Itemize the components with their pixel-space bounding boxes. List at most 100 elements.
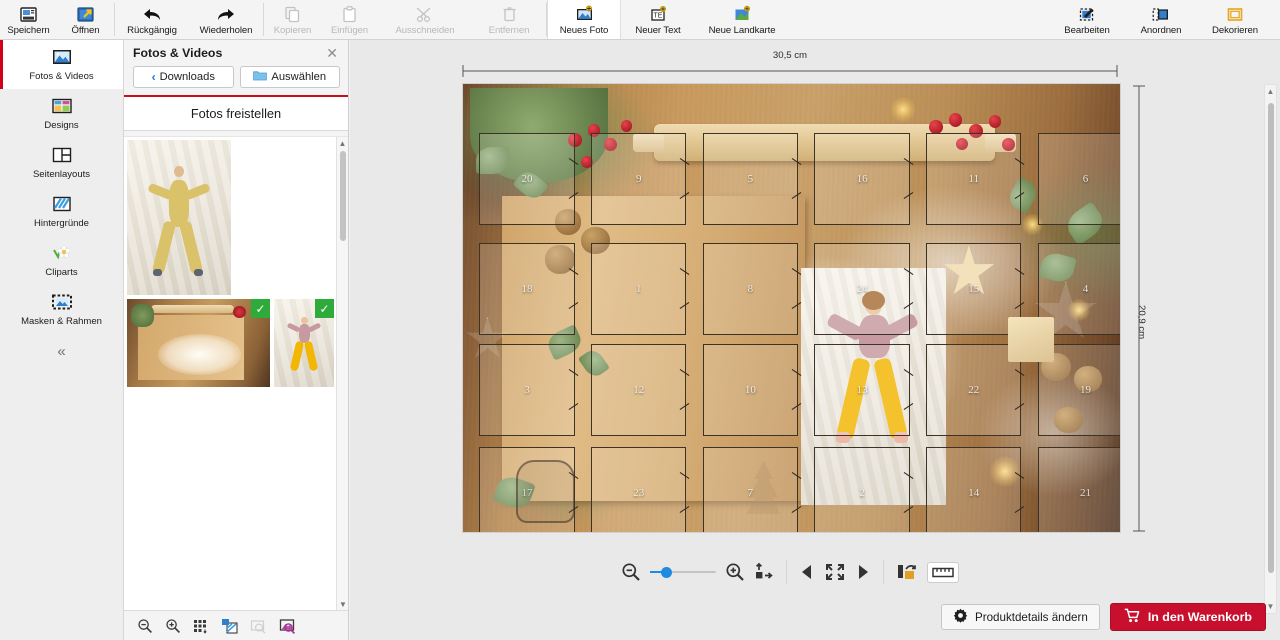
next-page-icon[interactable] [855, 563, 871, 581]
height-dimension-line [1133, 85, 1145, 532]
new-text-button[interactable]: TE Neuer Text [621, 0, 695, 39]
trash-icon [500, 5, 519, 24]
advent-door[interactable]: 15 [926, 243, 1025, 335]
decorate-button[interactable]: Dekorieren [1198, 0, 1272, 39]
new-map-button[interactable]: Neue Landkarte [695, 0, 789, 39]
panel-scrollbar[interactable]: ▲ ▼ [336, 137, 348, 610]
scroll-up-icon[interactable]: ▲ [337, 137, 348, 149]
sidebar-collapse-button[interactable]: « [0, 334, 123, 368]
open-folder-icon [76, 5, 95, 24]
undo-button[interactable]: Rückgängig [115, 0, 189, 39]
advent-door[interactable]: 1 [591, 243, 690, 335]
advent-door[interactable]: 22 [926, 343, 1025, 436]
new-photo-button[interactable]: Neues Foto [547, 0, 621, 39]
advent-door[interactable]: 12 [591, 343, 690, 436]
advent-door[interactable]: 18 [479, 243, 579, 335]
arrange-button[interactable]: Anordnen [1124, 0, 1198, 39]
door-number: 2 [859, 486, 865, 499]
door-number: 18 [521, 282, 533, 295]
thumbnail-girl-on-bedsheet[interactable]: ✓ [274, 299, 334, 387]
sidebar-item-label: Designs [44, 119, 79, 131]
edit-label: Bearbeiten [1064, 25, 1110, 36]
paste-button[interactable]: Einfügen [321, 0, 378, 39]
advent-door[interactable]: 10 [702, 343, 802, 436]
toolbar-group-clipboard: Kopieren Einfügen Ausschneiden Entfernen [264, 0, 546, 39]
slider-knob[interactable] [661, 566, 672, 578]
advent-door[interactable]: 6 [1037, 133, 1120, 226]
add-to-cart-button[interactable]: In den Warenkorb [1109, 603, 1266, 631]
advent-door[interactable]: 24 [814, 243, 914, 335]
swap-pages-icon[interactable] [896, 562, 918, 582]
sidebar-item-fotos-videos[interactable]: Fotos & Videos [0, 40, 123, 89]
sidebar-item-hintergruende[interactable]: Hintergründe [0, 187, 123, 236]
main-toolbar: Speichern Öffnen Rückgängig Wiederholen … [0, 0, 1280, 40]
advent-calendar-page[interactable]: 20 9 5 16 11 6 18 1 8 24 15 4 3 12 10 13… [463, 84, 1120, 532]
photo-used-badge: ✓ [251, 299, 270, 318]
ruler-icon[interactable] [927, 561, 959, 583]
advent-door[interactable]: 8 [702, 243, 802, 335]
sidebar-item-masken-rahmen[interactable]: Masken & Rahmen [0, 285, 123, 334]
fullscreen-icon[interactable] [824, 562, 846, 582]
advent-door[interactable]: 3 [479, 343, 579, 436]
advent-door[interactable]: 13 [814, 343, 914, 436]
sidebar-item-designs[interactable]: Designs [0, 89, 123, 138]
footer-bar: Produktdetails ändern In den Warenkorb [0, 594, 1280, 640]
scrollbar-thumb[interactable] [1268, 103, 1274, 573]
advent-door[interactable]: 7 [702, 446, 802, 532]
sidebar-item-label: Masken & Rahmen [21, 315, 102, 327]
scrollbar-thumb[interactable] [340, 151, 346, 241]
new-map-icon [732, 5, 753, 24]
advent-door[interactable]: 20 [479, 133, 579, 226]
open-button[interactable]: Öffnen [57, 0, 114, 39]
edit-button[interactable]: Bearbeiten [1050, 0, 1124, 39]
redo-button[interactable]: Wiederholen [189, 0, 263, 39]
previous-page-icon[interactable] [799, 563, 815, 581]
cutout-photos-button[interactable]: Fotos freistellen [124, 97, 348, 131]
canvas-width-label: 30,5 cm [772, 50, 808, 61]
zoom-slider[interactable] [650, 565, 716, 579]
save-button[interactable]: Speichern [0, 0, 57, 39]
door-number: 6 [1082, 173, 1089, 186]
advent-door[interactable]: 23 [591, 446, 690, 532]
thumbnail-baking-board[interactable]: ✓ [127, 299, 270, 387]
advent-door[interactable]: 9 [591, 133, 690, 226]
thumbnail-row [126, 140, 348, 299]
advent-door[interactable]: 2 [814, 446, 914, 532]
door-number: 5 [747, 173, 754, 186]
close-icon[interactable]: ✕ [324, 46, 340, 60]
photo-icon [51, 48, 73, 68]
zoom-toolbar [350, 550, 1230, 594]
cut-label: Ausschneiden [395, 25, 455, 36]
door-number: 11 [968, 173, 980, 186]
sidebar-item-cliparts[interactable]: Cliparts [0, 236, 123, 285]
advent-door[interactable]: 5 [702, 133, 802, 226]
advent-door[interactable]: 16 [814, 133, 914, 226]
scroll-up-icon[interactable]: ▲ [1265, 85, 1276, 98]
copy-label: Kopieren [273, 25, 312, 36]
paste-label: Einfügen [330, 25, 369, 36]
advent-door[interactable]: 21 [1037, 446, 1120, 532]
panel-header: Fotos & Videos ✕ [124, 40, 348, 66]
arrange-label: Anordnen [1140, 25, 1182, 36]
downloads-back-button[interactable]: ‹ Downloads [133, 66, 234, 88]
thumb-kid-sock-left [153, 268, 163, 277]
canvas-vertical-scrollbar[interactable]: ▲ ▼ [1264, 84, 1277, 614]
advent-door[interactable]: 14 [926, 446, 1025, 532]
copy-button[interactable]: Kopieren [264, 0, 321, 39]
fit-to-page-icon[interactable] [754, 562, 774, 582]
sidebar-item-label: Cliparts [45, 266, 78, 278]
sidebar-item-seitenlayouts[interactable]: Seitenlayouts [0, 138, 123, 187]
zoom-in-icon[interactable] [725, 562, 745, 582]
thumb-kid-body [168, 180, 190, 227]
undo-label: Rückgängig [127, 25, 177, 36]
thumbnail-kid-on-bedsheet[interactable] [127, 140, 231, 295]
select-folder-button[interactable]: Auswählen [239, 66, 340, 88]
delete-button[interactable]: Entfernen [472, 0, 546, 39]
advent-door[interactable]: 11 [926, 133, 1025, 226]
thumbnail-grid: ✓ ✓ [124, 137, 348, 391]
cut-button[interactable]: Ausschneiden [378, 0, 472, 39]
door-number: 20 [521, 173, 533, 186]
product-details-button[interactable]: Produktdetails ändern [941, 604, 1100, 630]
zoom-out-icon[interactable] [621, 562, 641, 582]
page-layout-icon [51, 146, 73, 166]
